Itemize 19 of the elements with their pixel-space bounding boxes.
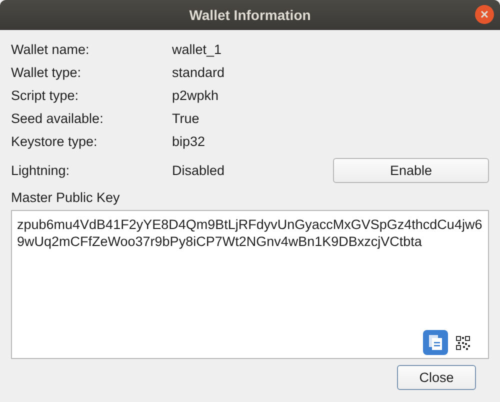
close-button[interactable]: Close <box>397 365 476 390</box>
qr-code-icon[interactable] <box>456 336 470 350</box>
field-label: Seed available: <box>11 111 104 126</box>
enable-button[interactable]: Enable <box>333 158 489 182</box>
field-value: True <box>172 111 200 126</box>
field-value: wallet_1 <box>172 42 223 57</box>
section-label: Master Public Key <box>11 189 121 207</box>
field-value: bip32 <box>172 134 206 149</box>
field-value: Disabled <box>172 162 226 178</box>
field-label: Lightning: <box>11 162 71 178</box>
key-text-area[interactable]: zpub6mu4VdB41F2yYE8D4Qm9BtLjRFdyvUnGyaccMxGVSpGz4thcdCu4jw69wUq2mCFfZeWoo37r9bPy8iCP7Wt2NGnv4wBn1K9DBxzcjVCtbta <box>11 210 489 359</box>
window-title: Wallet Information <box>189 7 311 23</box>
field-value: p2wpkh <box>172 88 220 103</box>
field-label: Script type: <box>11 88 80 103</box>
field-label: Wallet type: <box>11 65 82 80</box>
field-label: Wallet name: <box>11 42 90 57</box>
copy-icon[interactable] <box>423 330 448 355</box>
field-value: standard <box>172 65 226 80</box>
field-label: Keystore type: <box>11 134 98 149</box>
